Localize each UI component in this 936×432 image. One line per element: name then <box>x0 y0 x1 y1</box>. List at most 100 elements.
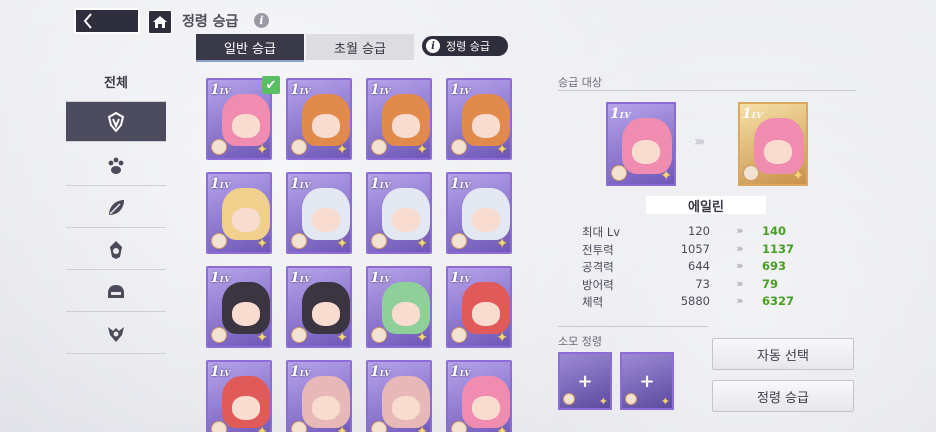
stat-row: 체력 5880 ››› 6327 <box>582 294 802 312</box>
level-label: 1LV <box>450 176 471 192</box>
stat-label: 전투력 <box>582 242 614 257</box>
spirit-card[interactable]: 1LV ✦ <box>446 78 512 160</box>
portrait-face <box>232 396 260 420</box>
portrait-face <box>632 140 660 164</box>
spirit-card[interactable]: 1LV ✦ <box>446 360 512 432</box>
sidebar-item-armor[interactable] <box>66 272 166 312</box>
level-label: 1LV <box>210 82 231 98</box>
stat-before: 5880 <box>680 294 710 308</box>
tab-transcend-promotion[interactable]: 초월 승급 <box>306 34 414 60</box>
chevron-left-icon <box>83 13 92 29</box>
home-icon <box>153 16 167 28</box>
stat-label: 방어력 <box>582 277 614 292</box>
level-label: 1LV <box>290 176 311 192</box>
portrait-face <box>764 140 792 164</box>
spirit-card[interactable]: 1LV ✦ <box>206 266 272 348</box>
portrait-face <box>312 208 340 232</box>
helmet-icon <box>108 284 124 298</box>
home-button[interactable] <box>148 10 172 34</box>
portrait-face <box>392 396 420 420</box>
element-icon <box>451 233 467 249</box>
portrait-face <box>392 208 420 232</box>
sidebar-item-crest[interactable] <box>66 102 166 142</box>
character-name: 에일린 <box>646 196 766 215</box>
sidebar-item-all[interactable]: 전체 <box>66 62 166 102</box>
auto-select-button[interactable]: 자동 선택 <box>712 338 854 370</box>
stat-after: 6327 <box>762 294 795 308</box>
spirit-card[interactable]: 1LV ✦ <box>286 78 352 160</box>
sidebar-item-nature[interactable] <box>66 188 166 228</box>
target-card-after: 1LV ✦ <box>738 102 808 186</box>
chevron-right-icon: ››› <box>736 224 743 237</box>
material-slot-2[interactable]: + ✦ <box>620 352 674 410</box>
add-icon: + <box>639 370 655 392</box>
level-label: 1LV <box>610 106 631 122</box>
spirit-card[interactable]: 1LV ✦ <box>366 360 432 432</box>
level-label: 1LV <box>370 82 391 98</box>
stat-row: 공격력 644 ››› 693 <box>582 259 802 277</box>
portrait-face <box>232 208 260 232</box>
star-icon: ✦ <box>660 395 670 408</box>
portrait-face <box>472 302 500 326</box>
stat-before: 1057 <box>680 241 710 256</box>
portrait-face <box>312 114 340 138</box>
portrait-face <box>392 114 420 138</box>
spirit-card[interactable]: 1LV ✦ <box>286 172 352 254</box>
level-label: 1LV <box>290 270 311 286</box>
spirit-card[interactable]: 1LV ✦ <box>206 360 272 432</box>
info-icon[interactable]: i <box>254 13 269 28</box>
stat-before: 644 <box>688 259 710 273</box>
sidebar-item-beast[interactable] <box>66 146 166 186</box>
star-icon: ✦ <box>416 330 428 346</box>
upgrade-arrows-icon: ››› <box>694 134 705 150</box>
chevron-right-icon: ››› <box>736 294 743 307</box>
spirit-card[interactable]: 1LV ✦ <box>446 172 512 254</box>
material-slot-1[interactable]: + ✦ <box>558 352 612 410</box>
target-card-before: 1LV ✦ <box>606 102 676 186</box>
spirit-card[interactable]: 1LV ✦ <box>206 172 272 254</box>
star-icon: ✦ <box>792 168 804 184</box>
portrait-face <box>472 396 500 420</box>
spirit-card-grid: 1LV ✦ 1LV ✦ 1LV ✦ 1LV ✦ 1LV ✦ 1LV ✦ 1LV ✦ 1LV ✦ 1LV ✦ 1LV ✦… <box>206 76 526 432</box>
stat-before: 73 <box>695 276 710 291</box>
element-icon <box>451 327 467 343</box>
level-label: 1LV <box>290 82 311 98</box>
sidebar-item-flame[interactable] <box>66 230 166 270</box>
spirit-card[interactable]: 1LV ✦ <box>366 172 432 254</box>
back-button[interactable] <box>74 8 140 34</box>
stat-row: 최대 Lv 120 ››› 140 <box>582 224 802 242</box>
promote-button[interactable]: 정령 승급 <box>712 380 854 412</box>
star-icon: ✦ <box>416 142 428 158</box>
level-label: 1LV <box>210 176 231 192</box>
star-icon: ✦ <box>496 330 508 346</box>
star-icon: ✦ <box>336 424 348 432</box>
spirit-card[interactable]: 1LV ✦ <box>446 266 512 348</box>
promotion-guide-button[interactable]: i 정령 승급 <box>422 36 508 56</box>
stat-row: 방어력 73 ››› 79 <box>582 277 802 295</box>
portrait-face <box>472 114 500 138</box>
chevron-right-icon: ››› <box>736 241 743 255</box>
spirit-card[interactable]: 1LV ✦ <box>366 266 432 348</box>
spirit-card[interactable]: 1LV ✦ <box>366 78 432 160</box>
element-icon <box>211 421 227 432</box>
tab-normal-promotion[interactable]: 일반 승급 <box>196 34 304 62</box>
star-icon: ✦ <box>256 142 268 158</box>
star-icon: ✦ <box>336 236 348 252</box>
stat-label: 체력 <box>582 295 604 309</box>
level-label: 1LV <box>450 82 471 98</box>
leaf-icon <box>109 199 124 215</box>
sidebar-item-demon[interactable] <box>66 314 166 354</box>
star-icon: ✦ <box>336 330 348 346</box>
stat-after: 1137 <box>762 241 795 256</box>
spirit-card[interactable]: 1LV ✦ <box>286 360 352 432</box>
portrait-face <box>472 208 500 232</box>
element-icon <box>211 233 227 249</box>
level-label: 1LV <box>742 106 763 122</box>
star-icon: ✦ <box>598 395 608 408</box>
element-icon <box>211 139 227 155</box>
chevron-right-icon: ››› <box>736 276 743 290</box>
spirit-card[interactable]: 1LV ✦ <box>286 266 352 348</box>
portrait-face <box>392 302 420 326</box>
stat-comparison: 최대 Lv 120 ››› 140 전투력 1057 ››› 1137 공격력 644 ››› 693… <box>582 224 802 312</box>
star-icon: ✦ <box>256 330 268 346</box>
